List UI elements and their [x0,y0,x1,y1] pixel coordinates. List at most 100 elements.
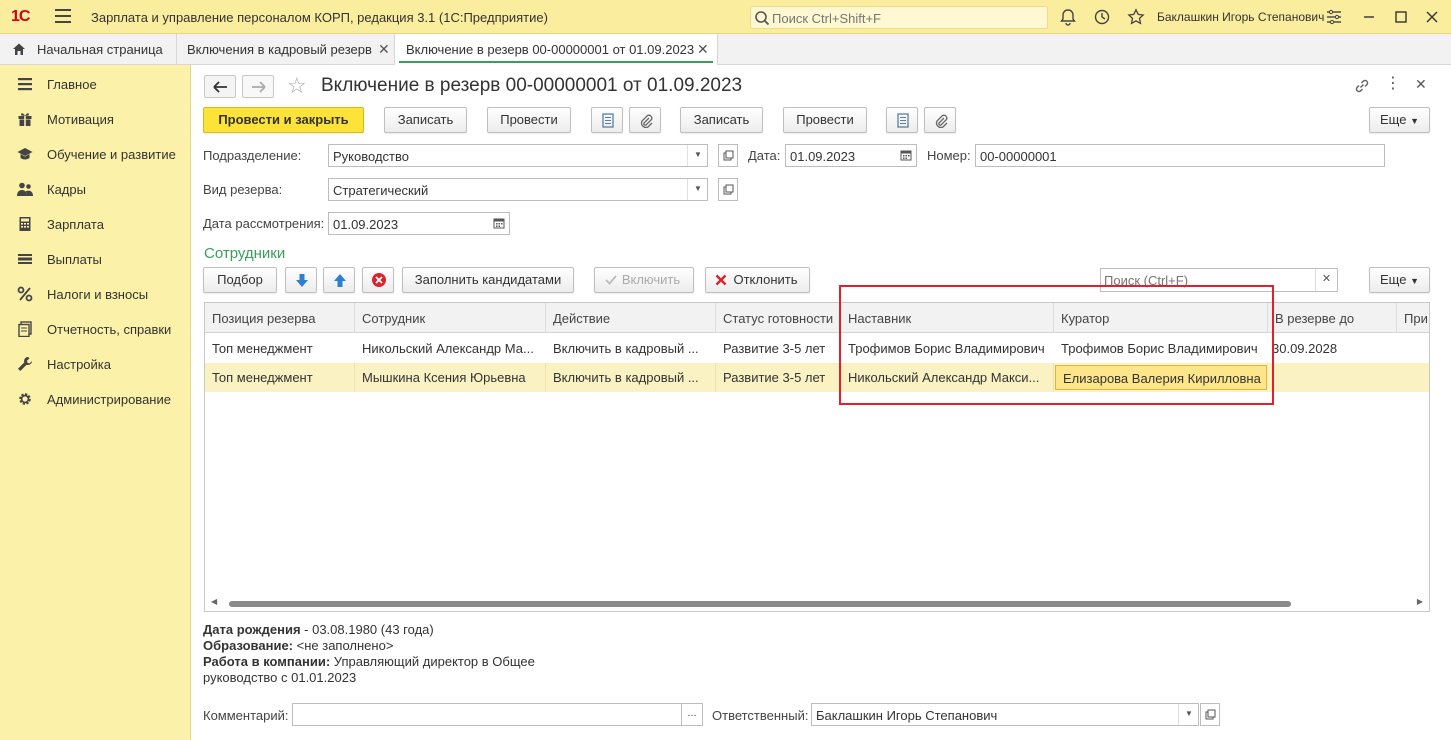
move-down-button[interactable] [285,267,317,293]
favorite-star-icon[interactable]: ☆ [287,73,307,99]
delete-circle-icon [372,273,386,287]
attach-button-secondary[interactable] [924,107,956,133]
responsible-label: Ответственный: [712,708,809,723]
search-icon [755,11,770,26]
responsible-field[interactable]: Баклашкин Игорь Степанович ▼ [811,703,1199,726]
fill-candidates-button[interactable]: Заполнить кандидатами [402,267,574,293]
tab-home[interactable]: Начальная страница [0,34,177,65]
column-header-employee[interactable]: Сотрудник [355,303,546,333]
calendar-icon[interactable] [900,149,912,161]
document-list-icon [602,113,614,128]
link-icon[interactable] [1353,77,1371,95]
column-header-position[interactable]: Позиция резерва [205,303,355,333]
reject-x-icon [715,274,727,286]
app-title: Зарплата и управление персоналом КОРП, р… [91,10,548,25]
page-title: Включение в резерв 00-00000001 от 01.09.… [321,75,743,96]
dropdown-arrow-icon: ▼ [694,150,702,159]
post-button[interactable]: Провести [487,107,571,133]
post-and-close-button[interactable]: Провести и закрыть [203,107,364,133]
department-dropdown[interactable]: ▼ [687,145,707,166]
sidebar-item-settings[interactable]: Настройка [0,346,190,381]
scroll-left-icon[interactable]: ◀ [211,597,217,606]
arrow-right-icon [252,81,266,93]
close-tab-icon[interactable]: ✕ [697,41,709,58]
current-user[interactable]: Баклашкин Игорь Степанович [1157,10,1324,24]
sidebar-item-administration[interactable]: Администрирование [0,381,190,416]
main-menu-icon[interactable] [55,9,71,23]
employees-section-title: Сотрудники [204,245,286,262]
close-tab-icon[interactable]: ✕ [378,41,390,58]
more-vertical-icon[interactable]: ⋮ [1385,76,1401,92]
people-icon [17,182,33,196]
sidebar-item-motivation[interactable]: Мотивация [0,101,190,136]
comment-field[interactable] [292,703,682,726]
save-button-secondary[interactable]: Записать [680,107,763,133]
cell-employee: Мышкина Ксения Юрьевна [355,363,546,392]
comment-edit-button[interactable]: ... [681,703,703,726]
cell-action: Включить в кадровый ... [546,363,716,392]
more-actions-button[interactable]: Еще ▼ [1369,107,1430,133]
clear-search-icon[interactable]: ✕ [1315,269,1337,291]
history-icon[interactable] [1093,8,1111,26]
department-open-button[interactable] [718,144,738,167]
cell-status: Развитие 3-5 лет [716,363,841,392]
calendar-icon[interactable] [493,217,505,229]
number-field[interactable]: 00-00000001 [975,144,1385,167]
column-header-status[interactable]: Статус готовности [716,303,841,333]
forward-button[interactable] [242,75,274,98]
sidebar-item-salary[interactable]: Зарплата [0,206,190,241]
pick-button[interactable]: Подбор [203,267,277,293]
sidebar-item-hr[interactable]: Кадры [0,171,190,206]
scroll-right-icon[interactable]: ▶ [1417,597,1423,606]
sidebar-item-main[interactable]: Главное [0,66,190,101]
column-header-until[interactable]: В резерве до [1268,303,1397,333]
table-more-button[interactable]: Еще ▼ [1369,267,1430,293]
print-button-secondary[interactable] [886,107,918,133]
minimize-icon[interactable] [1360,8,1378,26]
review-date-field[interactable]: 01.09.2023 [328,212,510,235]
reserve-type-field[interactable]: Стратегический ▼ [328,178,708,201]
favorites-star-icon[interactable] [1127,8,1145,26]
comment-label: Комментарий: [203,708,289,723]
tab-reserve-list[interactable]: Включения в кадровый резерв ✕ [177,34,395,65]
global-search-input[interactable] [772,9,1042,27]
reject-button[interactable]: Отклонить [705,267,810,293]
include-button[interactable]: Включить [594,267,694,293]
work-info-continued: руководство с 01.01.2023 [203,670,357,685]
column-header-action[interactable]: Действие [546,303,716,333]
department-field[interactable]: Руководство ▼ [328,144,708,167]
save-button[interactable]: Записать [384,107,467,133]
sidebar-item-label: Главное [47,77,97,92]
date-label: Дата: [748,148,781,163]
horizontal-scrollbar[interactable]: ◀ ▶ [205,597,1429,611]
post-button-secondary[interactable]: Провести [783,107,867,133]
close-form-icon[interactable]: ✕ [1415,76,1427,93]
maximize-icon[interactable] [1392,8,1410,26]
dropdown-arrow-icon: ▼ [1185,709,1193,718]
bell-icon[interactable] [1059,8,1077,26]
sidebar-item-label: Кадры [47,182,86,197]
tab-reserve-document[interactable]: Включение в резерв 00-00000001 от 01.09.… [395,34,718,65]
delete-row-button[interactable] [362,267,394,293]
sidebar-item-payments[interactable]: Выплаты [0,241,190,276]
move-up-button[interactable] [323,267,355,293]
reserve-type-dropdown[interactable]: ▼ [687,179,707,200]
date-field[interactable]: 01.09.2023 [785,144,917,167]
close-window-icon[interactable] [1423,8,1441,26]
sidebar-item-taxes[interactable]: Налоги и взносы [0,276,190,311]
print-button[interactable] [591,107,623,133]
sidebar-item-training[interactable]: Обучение и развитие [0,136,190,171]
sidebar-item-label: Налоги и взносы [47,287,149,302]
attach-button[interactable] [629,107,661,133]
settings-lines-icon[interactable] [1325,8,1343,26]
responsible-dropdown[interactable]: ▼ [1178,704,1198,725]
app-logo: 1С [11,8,30,25]
sidebar-item-reports[interactable]: Отчетность, справки [0,311,190,346]
responsible-open-button[interactable] [1200,703,1220,726]
scrollbar-thumb[interactable] [229,601,1291,607]
column-header-note[interactable]: При [1397,303,1429,333]
global-search[interactable] [750,6,1048,29]
graduation-cap-icon [17,148,33,160]
reserve-type-open-button[interactable] [718,178,738,201]
back-button[interactable] [204,75,236,98]
